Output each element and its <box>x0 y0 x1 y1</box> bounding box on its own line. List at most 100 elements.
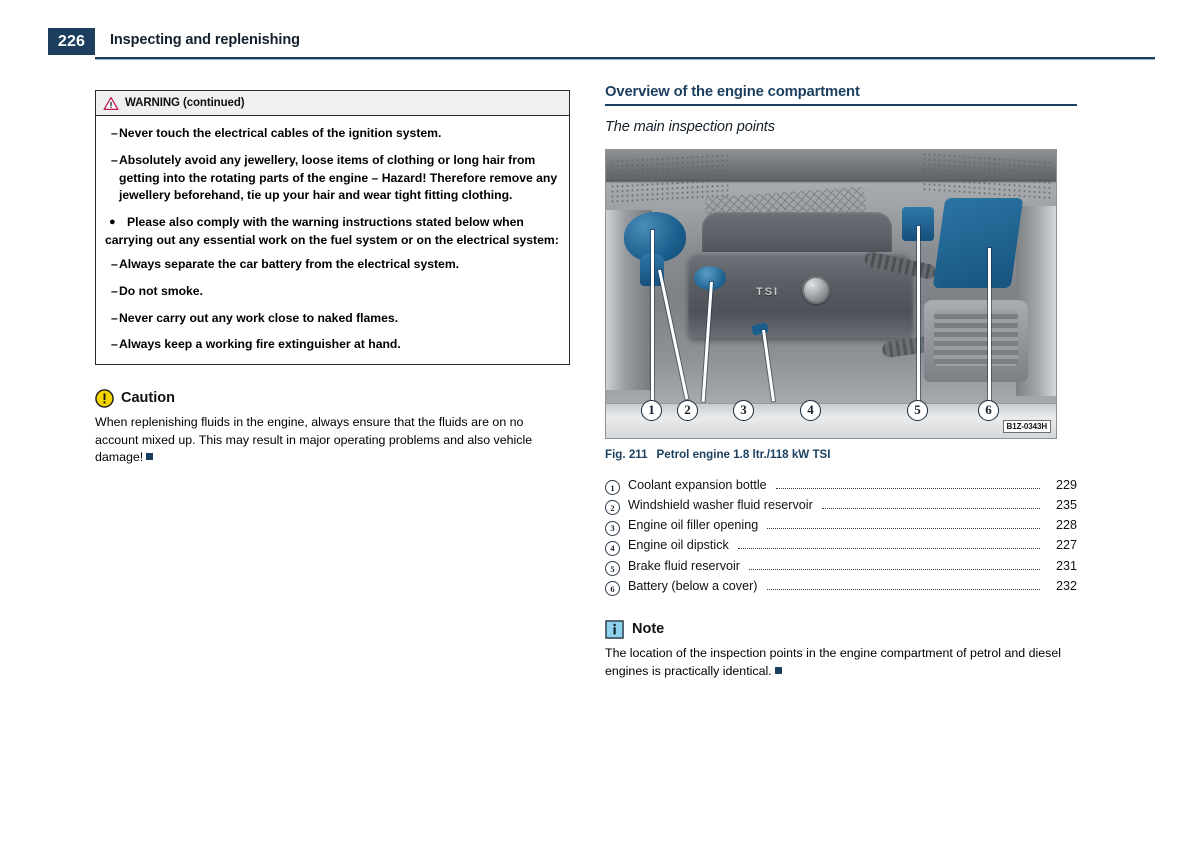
callout-2: 2 <box>677 399 698 421</box>
warning-item-text: Never carry out any work close to naked … <box>119 310 399 325</box>
leader-line-4 <box>762 329 775 401</box>
tsi-badge-text: TSI <box>756 285 780 298</box>
caution-title: Caution <box>121 390 175 407</box>
callout-3: 3 <box>733 399 754 421</box>
engine-compartment-figure: TSI 1 2 3 4 5 6 B1Z-0343H <box>605 148 1057 439</box>
legend-label: Windshield washer fluid reservoir <box>628 497 813 512</box>
legend-page-number: 228 <box>1055 518 1077 533</box>
info-note-icon <box>605 620 624 639</box>
legend-row: 5 Brake fluid reservoir 231 <box>605 558 1077 578</box>
caution-body: When replenishing fluids in the engine, … <box>95 415 533 465</box>
warning-item-text: Absolutely avoid any jewellery, loose it… <box>119 152 558 203</box>
figure-caption-text: Petrol engine 1.8 ltr./118 kW TSI <box>656 447 831 461</box>
warning-item: – Never touch the electrical cables of t… <box>105 125 560 143</box>
legend-row: 2 Windshield washer fluid reservoir 235 <box>605 497 1077 517</box>
section-divider <box>605 104 1077 106</box>
legend-number: 2 <box>605 500 620 516</box>
warning-item-text: Do not smoke. <box>119 283 203 298</box>
warning-item: – Absolutely avoid any jewellery, loose … <box>105 152 560 205</box>
legend-dot-leader <box>821 497 1040 509</box>
legend-row: 3 Engine oil filler opening 228 <box>605 517 1077 537</box>
legend-row: 1 Coolant expansion bottle 229 <box>605 477 1077 497</box>
legend-number: 6 <box>605 581 620 597</box>
note-header: Note <box>605 618 1077 640</box>
callout-1: 1 <box>641 399 662 421</box>
legend-label: Brake fluid reservoir <box>628 558 740 573</box>
dash-marker: – <box>111 126 118 140</box>
dash-marker: – <box>111 152 118 167</box>
section-title: Overview of the engine compartment <box>605 84 860 100</box>
warning-box: WARNING (continued) – Never touch the el… <box>95 90 570 366</box>
warning-item: – Always keep a working fire extinguishe… <box>105 336 560 354</box>
warning-item: ● Please also comply with the warning in… <box>105 214 560 250</box>
leader-line-2 <box>658 269 688 399</box>
dash-marker: – <box>111 310 118 325</box>
legend-number: 1 <box>605 480 620 495</box>
legend-dot-leader <box>749 558 1040 570</box>
warning-title: WARNING (continued) <box>125 97 245 109</box>
figure-number: Fig. 211 <box>605 447 648 461</box>
legend-label: Engine oil dipstick <box>628 538 729 553</box>
legend-page-number: 232 <box>1055 578 1077 593</box>
legend-page-number: 235 <box>1055 497 1077 512</box>
callout-5: 5 <box>907 399 928 421</box>
warning-item-text: Always keep a working fire extinguisher … <box>119 337 401 352</box>
legend-number: 4 <box>605 540 620 556</box>
left-column: WARNING (continued) – Never touch the el… <box>95 90 570 467</box>
note-block: Note The location of the inspection poin… <box>605 618 1077 680</box>
page-number: 226 <box>48 28 95 55</box>
end-marker <box>774 666 782 674</box>
manufacturer-badge <box>802 275 830 304</box>
engine-bay-photo: TSI 1 2 3 4 5 6 B1Z-0343H <box>606 149 1056 438</box>
bullet-marker: ● <box>109 216 116 229</box>
note-title: Note <box>632 621 665 638</box>
note-body: The location of the inspection points in… <box>605 646 1061 678</box>
mesh-panel-right <box>922 150 1052 201</box>
figure-image-code: B1Z-0343H <box>1002 419 1051 433</box>
dash-marker: – <box>111 283 118 298</box>
warning-triangle-icon <box>103 96 119 110</box>
figure-caption: Fig. 211 Petrol engine 1.8 ltr./118 kW TS… <box>605 448 1077 461</box>
caution-block: Caution When replenishing fluids in the … <box>95 387 565 467</box>
warning-item-text: Please also comply with the warning inst… <box>105 215 559 248</box>
dash-marker: – <box>111 337 118 352</box>
subsection-title: The main inspection points <box>605 118 775 135</box>
note-text: The location of the inspection points in… <box>605 645 1073 680</box>
legend-row: 4 Engine oil dipstick 227 <box>605 537 1077 557</box>
callout-6: 6 <box>978 399 999 421</box>
legend-label: Battery (below a cover) <box>628 578 758 593</box>
leader-line-5 <box>917 225 920 402</box>
leader-line-1 <box>651 229 654 402</box>
page-header: 226 Inspecting and replenishing <box>0 0 1200 64</box>
legend-label: Engine oil filler opening <box>628 518 759 533</box>
legend-row: 6 Battery (below a cover) 232 <box>605 578 1077 598</box>
legend-page-number: 229 <box>1055 477 1077 492</box>
warning-box-body: – Never touch the electrical cables of t… <box>96 116 569 364</box>
legend-dot-leader <box>775 477 1040 489</box>
dash-marker: – <box>111 256 118 271</box>
caution-text: When replenishing fluids in the engine, … <box>95 414 560 467</box>
legend-dot-leader <box>766 578 1040 590</box>
legend-page-number: 231 <box>1055 558 1077 573</box>
warning-item: – Never carry out any work close to nake… <box>105 310 560 328</box>
figure-legend-list: 1 Coolant expansion bottle 229 2 Windshi… <box>605 477 1077 599</box>
right-column: Overview of the engine compartment The m… <box>605 84 1077 681</box>
warning-item-text: Always separate the car battery from the… <box>119 256 460 271</box>
legend-dot-leader <box>737 537 1040 550</box>
leader-line-6 <box>988 247 991 402</box>
legend-number: 3 <box>605 520 620 536</box>
header-divider-thin <box>95 59 1155 60</box>
legend-dot-leader <box>767 517 1040 530</box>
legend-number: 5 <box>605 561 620 577</box>
legend-label: Coolant expansion bottle <box>628 477 767 492</box>
page-title: Inspecting and replenishing <box>110 32 300 48</box>
warning-item: – Always separate the car battery from t… <box>105 256 560 274</box>
legend-page-number: 227 <box>1055 538 1077 553</box>
callout-4: 4 <box>800 399 821 421</box>
end-marker <box>146 453 154 461</box>
warning-box-header: WARNING (continued) <box>96 91 569 116</box>
caution-circle-icon <box>95 388 114 408</box>
warning-item-text: Never touch the electrical cables of the… <box>119 126 442 140</box>
battery-cover-highlight <box>932 197 1024 288</box>
air-filter-fins <box>934 309 1018 366</box>
